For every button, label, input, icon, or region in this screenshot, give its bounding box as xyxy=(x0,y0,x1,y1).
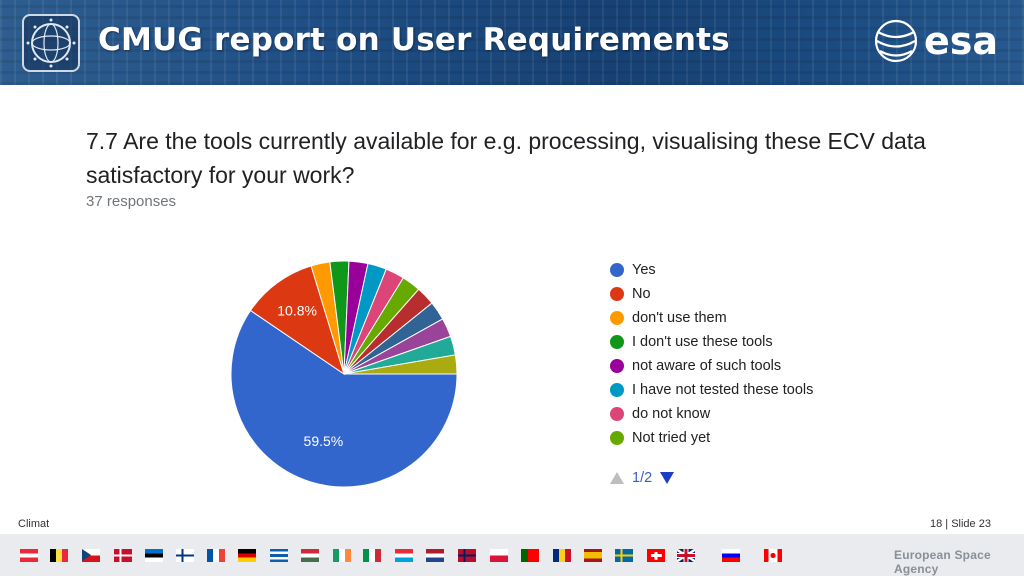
legend-swatch xyxy=(610,263,624,277)
legend-swatch xyxy=(610,407,624,421)
esa-logo: esa xyxy=(872,16,1012,71)
luxembourg-flag xyxy=(395,549,413,562)
esa-brand-text: esa xyxy=(924,19,998,63)
france-flag xyxy=(207,549,225,562)
sweden-flag xyxy=(615,549,633,562)
germany-flag xyxy=(238,549,256,562)
legend-swatch xyxy=(610,287,624,301)
denmark-flag xyxy=(114,549,132,562)
estonia-flag xyxy=(145,549,163,562)
next-page-icon[interactable] xyxy=(660,472,675,484)
legend-item: don't use them xyxy=(610,306,813,330)
legend-item: No xyxy=(610,282,813,306)
legend-pager: 1/2 xyxy=(610,470,675,486)
legend-item: do not know xyxy=(610,402,813,426)
legend-swatch xyxy=(610,311,624,325)
header-title: CMUG report on User Requirements xyxy=(98,22,730,58)
slide-number: 18 | Slide 23 xyxy=(930,518,991,530)
finland-flag xyxy=(176,549,194,562)
legend-label: No xyxy=(632,286,651,302)
ireland-flag xyxy=(333,549,351,562)
poland-flag xyxy=(490,549,508,562)
chart-legend: Yes No don't use them I don't use these too… xyxy=(610,258,813,450)
agency-name: European Space Agency xyxy=(894,548,991,576)
greece-flag xyxy=(270,549,288,562)
legend-item: I have not tested these tools xyxy=(610,378,813,402)
previous-page-icon[interactable] xyxy=(610,472,624,484)
legend-label: don't use them xyxy=(632,310,727,326)
hungary-flag xyxy=(301,549,319,562)
legend-label: I don't use these tools xyxy=(632,334,773,350)
legend-swatch xyxy=(610,383,624,397)
legend-item: Yes xyxy=(610,258,813,282)
austria-flag xyxy=(20,549,38,562)
norway-flag xyxy=(458,549,476,562)
canada-flag xyxy=(764,549,782,562)
czech-flag xyxy=(82,549,100,562)
uk-flag xyxy=(677,549,695,562)
pie-slice-label-0: 59.5% xyxy=(304,433,344,449)
legend-item: I don't use these tools xyxy=(610,330,813,354)
legend-label: do not know xyxy=(632,406,711,422)
cci-globe-icon xyxy=(22,14,80,72)
legend-swatch xyxy=(610,359,624,373)
slovenia-flag xyxy=(722,549,740,562)
italy-flag xyxy=(363,549,381,562)
switzerland-flag xyxy=(647,549,665,562)
legend-label: I have not tested these tools xyxy=(632,382,814,398)
legend-item: Not tried yet xyxy=(610,426,813,450)
legend-swatch xyxy=(610,335,624,349)
legend-page-indicator: 1/2 xyxy=(632,470,653,486)
legend-label: Yes xyxy=(632,262,656,278)
legend-item: not aware of such tools xyxy=(610,354,813,378)
spain-flag xyxy=(584,549,602,562)
legend-label: Not tried yet xyxy=(632,430,711,446)
legend-swatch xyxy=(610,431,624,445)
legend-label: not aware of such tools xyxy=(632,358,782,374)
footer-left-text: Climat xyxy=(18,518,50,530)
portugal-flag xyxy=(521,549,539,562)
pie-chart: 59.5% 10.8% xyxy=(230,260,458,488)
belgium-flag xyxy=(50,549,68,562)
romania-flag xyxy=(553,549,571,562)
pie-slice-label-1: 10.8% xyxy=(277,302,317,318)
netherlands-flag xyxy=(426,549,444,562)
